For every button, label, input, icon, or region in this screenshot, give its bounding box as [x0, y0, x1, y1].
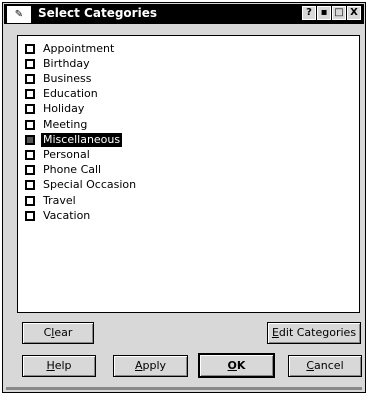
help-label-post: elp	[54, 359, 72, 372]
checkbox[interactable]	[25, 89, 35, 100]
list-item[interactable]: Meeting	[25, 117, 89, 132]
close-icon[interactable]: X	[347, 6, 361, 20]
category-label: Appointment	[43, 41, 115, 55]
edit-categories-label-post: dit Categories	[278, 326, 357, 339]
app-icon[interactable]: ✎	[7, 6, 31, 23]
title-bar[interactable]: ✎ Select Categories ? ▪ □ X	[4, 4, 364, 24]
category-label: Phone Call	[43, 163, 102, 177]
help-button[interactable]: Help	[22, 355, 96, 377]
title-bar-buttons: ? ▪ □ X	[302, 6, 361, 20]
cancel-label-mnemonic: C	[306, 359, 315, 372]
checkbox[interactable]	[25, 43, 35, 54]
category-list[interactable]: Appointment Birthday Business Education Holi…	[17, 35, 360, 313]
category-label: Education	[43, 87, 98, 101]
list-item[interactable]: Vacation	[25, 208, 92, 223]
category-label: Holiday	[43, 102, 85, 116]
list-item[interactable]: Holiday	[25, 102, 86, 117]
edit-categories-button[interactable]: Edit Categories	[267, 322, 361, 344]
checkbox[interactable]	[25, 104, 35, 115]
minimize-icon[interactable]: ▪	[317, 6, 331, 20]
checkbox[interactable]	[25, 165, 35, 176]
category-label: Meeting	[43, 117, 88, 131]
category-label: Miscellaneous	[41, 132, 123, 147]
list-item[interactable]: Appointment	[25, 41, 116, 56]
maximize-icon[interactable]: □	[332, 6, 346, 20]
window-title: Select Categories	[38, 6, 157, 20]
category-label: Special Occasion	[43, 178, 137, 192]
category-label: Travel	[43, 193, 76, 207]
window-bottom-border	[6, 387, 362, 390]
checkbox[interactable]	[25, 210, 35, 221]
checkbox[interactable]	[25, 180, 35, 191]
apply-button[interactable]: Apply	[113, 355, 188, 377]
checkbox[interactable]	[25, 195, 35, 206]
clear-button[interactable]: Clear	[22, 322, 94, 344]
checkbox[interactable]	[25, 119, 35, 130]
help-icon[interactable]: ?	[302, 6, 316, 20]
ok-button[interactable]: OK	[198, 353, 275, 378]
clear-label-post: ear	[54, 326, 73, 339]
category-label: Business	[43, 71, 92, 85]
list-item[interactable]: Phone Call	[25, 163, 103, 178]
list-item[interactable]: Personal	[25, 147, 92, 162]
cancel-button[interactable]: Cancel	[288, 355, 362, 377]
list-item[interactable]: Business	[25, 71, 94, 86]
cancel-label-post: ancel	[314, 359, 344, 372]
checkbox[interactable]	[25, 149, 35, 160]
select-categories-dialog: ✎ Select Categories ? ▪ □ X Appointment B…	[2, 2, 366, 393]
apply-label-mnemonic: A	[134, 359, 143, 372]
category-label: Vacation	[43, 208, 91, 222]
checkbox[interactable]	[25, 134, 35, 145]
ok-label-post: K	[236, 359, 246, 372]
list-item[interactable]: Special Occasion	[25, 178, 138, 193]
list-item[interactable]: Birthday	[25, 56, 92, 71]
category-label: Birthday	[43, 56, 90, 70]
category-label: Personal	[43, 147, 90, 161]
ok-label-mnemonic: O	[227, 359, 237, 372]
edit-categories-label-mnemonic: E	[271, 326, 279, 339]
help-label-mnemonic: H	[46, 359, 55, 372]
list-item[interactable]: Miscellaneous	[25, 132, 123, 147]
list-item[interactable]: Travel	[25, 193, 78, 208]
list-item[interactable]: Education	[25, 87, 100, 102]
checkbox[interactable]	[25, 73, 35, 84]
checkbox[interactable]	[25, 58, 35, 69]
apply-label-post: pply	[142, 359, 167, 372]
